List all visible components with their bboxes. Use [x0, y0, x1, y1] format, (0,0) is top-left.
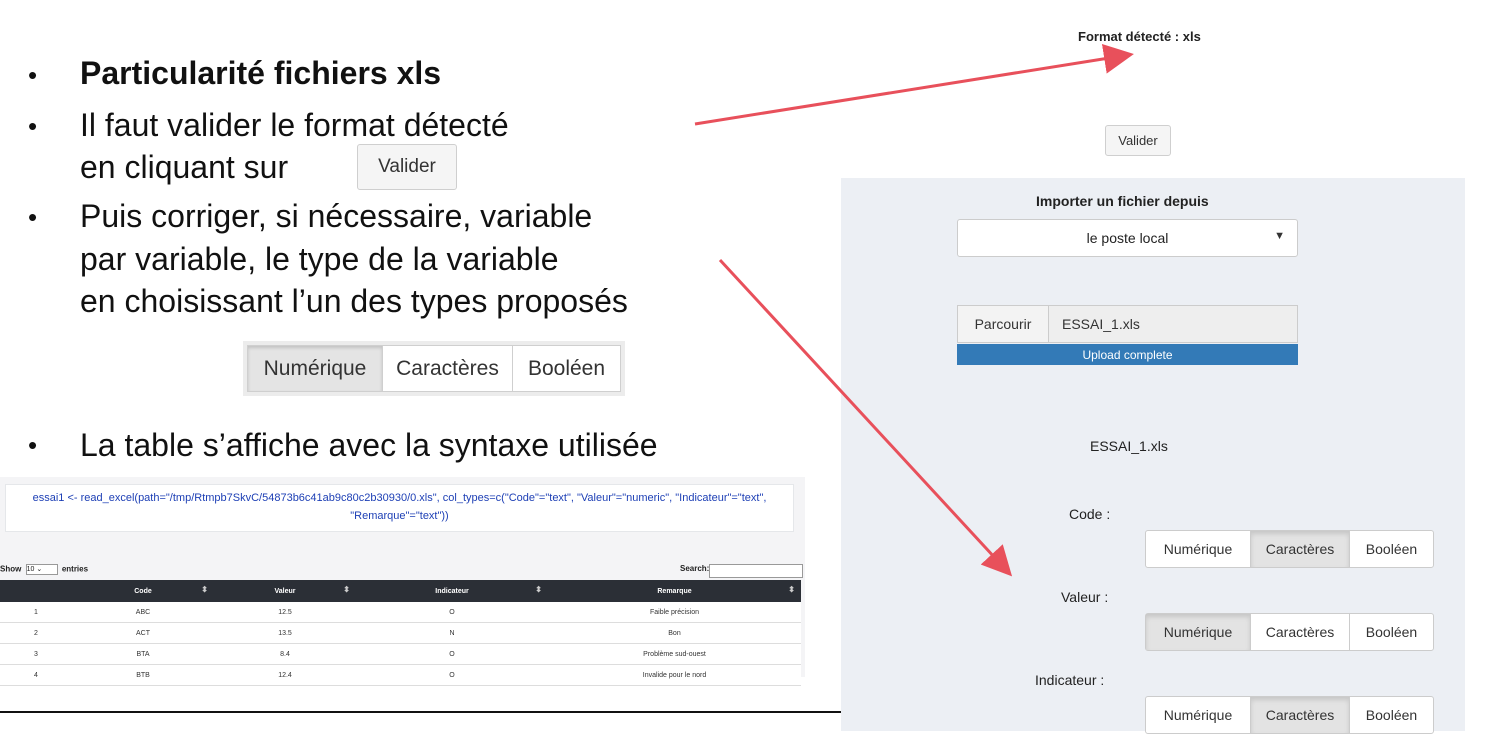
annotation-arrows — [694, 43, 1134, 577]
arrow-to-type-buttons — [718, 258, 1013, 577]
arrow-to-format-label — [694, 43, 1134, 126]
